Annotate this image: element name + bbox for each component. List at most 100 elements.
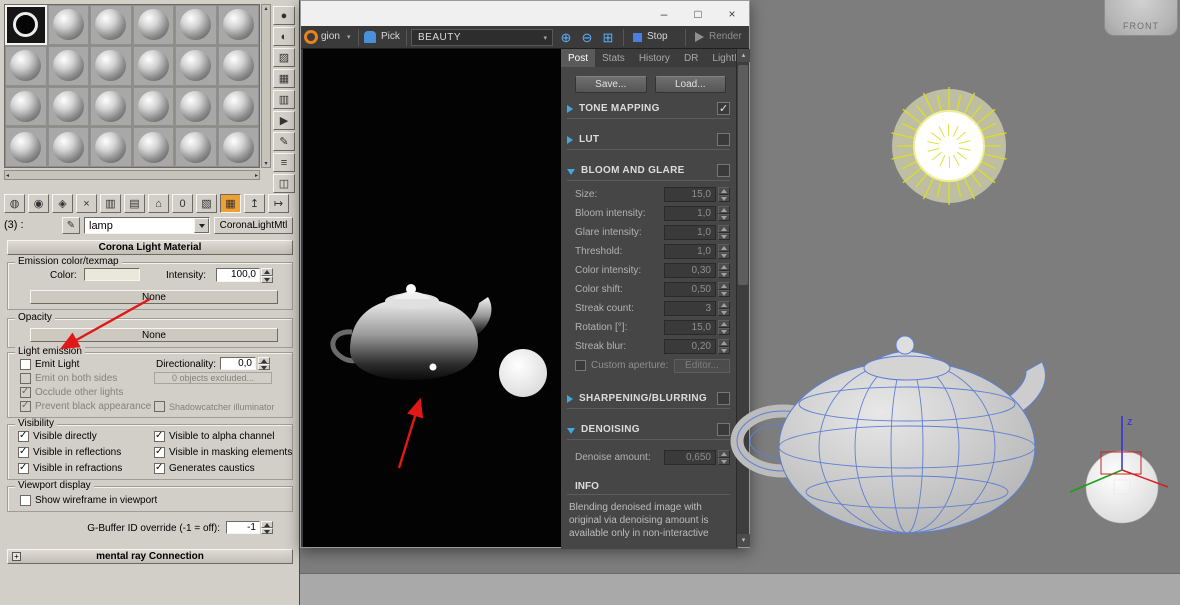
field-value[interactable]: 1,0 — [664, 225, 716, 240]
backlight-icon[interactable]: ◐ — [273, 27, 295, 46]
sharpening-checkbox[interactable] — [717, 392, 730, 405]
material-slot[interactable] — [132, 5, 174, 45]
field-value[interactable]: 0,50 — [664, 282, 716, 297]
field-value[interactable]: 15,0 — [664, 187, 716, 202]
section-sharpening-blurring[interactable]: SHARPENING/BLURRING — [567, 391, 730, 409]
field-spinner[interactable] — [718, 206, 730, 221]
field-value[interactable]: 1,0 — [664, 244, 716, 259]
section-bloom-and-glare[interactable]: BLOOM AND GLARE — [567, 163, 730, 181]
section-lut[interactable]: LUT — [567, 132, 730, 150]
reset-map-icon[interactable]: × — [76, 194, 97, 213]
visibility-checkbox[interactable] — [18, 430, 29, 442]
material-slot[interactable] — [132, 86, 174, 127]
opacity-texmap-button[interactable]: None — [30, 328, 278, 342]
material-slot[interactable] — [47, 45, 89, 86]
put-to-library-icon[interactable]: ⌂ — [148, 194, 169, 213]
vfb-tab[interactable]: Post — [561, 49, 596, 67]
pick-cursor-icon[interactable] — [364, 31, 376, 43]
field-spinner[interactable] — [718, 282, 730, 297]
field-value[interactable]: 0,20 — [664, 339, 716, 354]
field-spinner[interactable] — [718, 320, 730, 335]
material-slot[interactable] — [217, 127, 259, 167]
visibility-row[interactable]: Visible in masking elements — [154, 446, 292, 459]
field-spinner[interactable] — [718, 225, 730, 240]
get-material-icon[interactable]: ◍ — [4, 194, 25, 213]
scroll-down-icon[interactable]: ▾ — [264, 160, 267, 167]
material-slot[interactable] — [217, 45, 259, 86]
emit-light-checkbox[interactable] — [20, 359, 31, 370]
denoise-amount-value[interactable]: 0,650 — [664, 450, 716, 465]
render-canvas[interactable] — [303, 49, 561, 547]
field-spinner[interactable] — [718, 301, 730, 316]
scroll-thumb[interactable] — [738, 65, 748, 285]
material-slot[interactable] — [175, 45, 217, 86]
field-spinner[interactable] — [718, 187, 730, 202]
field-value[interactable]: 0,30 — [664, 263, 716, 278]
panel-scrollbar[interactable]: ▴ ▾ — [736, 49, 750, 547]
region-label[interactable]: gion — [321, 31, 340, 42]
material-slot[interactable] — [90, 86, 132, 127]
material-slot[interactable] — [5, 45, 47, 86]
occlude-other-lights-checkbox[interactable] — [20, 386, 31, 398]
scroll-left-icon[interactable]: ◂ — [6, 172, 9, 179]
visibility-checkbox[interactable] — [154, 446, 165, 458]
zoom-region-icon[interactable]: ⊞ — [599, 29, 617, 46]
stop-button[interactable]: Stop — [647, 31, 668, 42]
sample-type-icon[interactable]: ● — [273, 6, 295, 25]
visibility-checkbox[interactable] — [154, 430, 165, 442]
visibility-row[interactable]: Visible in refractions — [18, 462, 154, 475]
emit-both-sides-checkbox[interactable] — [20, 373, 31, 384]
material-id-channel-icon[interactable]: 0 — [172, 194, 193, 213]
vfb-tab[interactable]: History — [632, 49, 677, 67]
emit-light-row[interactable]: Emit Light — [20, 358, 79, 371]
slots-horizontal-scrollbar[interactable]: ◂ ▸ — [4, 170, 260, 180]
scroll-up-icon[interactable]: ▴ — [264, 5, 267, 12]
visibility-checkbox[interactable] — [18, 462, 29, 474]
material-type-button[interactable]: CoronaLightMtl — [214, 217, 293, 234]
visibility-checkbox[interactable] — [18, 446, 29, 458]
visibility-row[interactable]: Generates caustics — [154, 462, 290, 475]
shadowcatcher-row[interactable]: Shadowcatcher illuminator — [154, 400, 275, 413]
material-slot[interactable] — [47, 5, 89, 45]
scroll-right-icon[interactable]: ▸ — [255, 172, 258, 179]
show-wireframe-checkbox[interactable] — [20, 495, 31, 506]
material-slot[interactable] — [90, 5, 132, 45]
viewcube[interactable]: FRONT — [1104, 0, 1178, 36]
expand-plus-icon[interactable]: + — [12, 552, 21, 561]
zoom-out-icon[interactable]: ⊖ — [578, 29, 596, 46]
shadowcatcher-checkbox[interactable] — [154, 401, 165, 412]
aperture-editor-button[interactable]: Editor... — [674, 358, 730, 373]
denoising-checkbox[interactable] — [717, 423, 730, 436]
chevron-down-icon[interactable] — [194, 218, 209, 233]
chevron-down-icon[interactable]: ▾ — [347, 33, 351, 41]
material-map-navigator-icon[interactable]: ◫ — [273, 174, 295, 193]
go-to-parent-icon[interactable]: ↥ — [244, 194, 265, 213]
show-background-icon[interactable]: ▧ — [196, 194, 217, 213]
material-slot[interactable] — [217, 5, 259, 45]
material-slot[interactable] — [175, 127, 217, 167]
intensity-value[interactable]: 100,0 — [216, 268, 260, 282]
vfb-tab[interactable]: DR — [677, 49, 705, 67]
put-material-to-scene-icon[interactable]: ◉ — [28, 194, 49, 213]
exclude-objects-button[interactable]: 0 objects excluded... — [154, 372, 272, 384]
material-slot[interactable] — [47, 127, 89, 167]
close-button[interactable]: × — [715, 1, 749, 26]
make-material-copy-icon[interactable]: ▥ — [100, 194, 121, 213]
tone-mapping-checkbox[interactable] — [717, 102, 730, 115]
scroll-up-icon[interactable]: ▴ — [737, 49, 750, 62]
intensity-spinner[interactable] — [261, 268, 273, 283]
load-button[interactable]: Load... — [654, 76, 726, 93]
maximize-button[interactable]: □ — [681, 1, 715, 26]
visibility-row[interactable]: Visible to alpha channel — [154, 430, 290, 443]
field-spinner[interactable] — [718, 263, 730, 278]
field-spinner[interactable] — [718, 244, 730, 259]
material-slot[interactable] — [132, 127, 174, 167]
rollout-mental-ray-connection[interactable]: + mental ray Connection — [7, 549, 293, 564]
vfb-titlebar[interactable]: – □ × — [301, 1, 749, 26]
material-slot[interactable] — [175, 5, 217, 45]
material-slot[interactable] — [90, 45, 132, 86]
render-channel-dropdown[interactable]: BEAUTY ▾ — [411, 29, 553, 46]
material-slot[interactable] — [90, 127, 132, 167]
background-icon[interactable]: ▨ — [273, 48, 295, 67]
field-value[interactable]: 3 — [664, 301, 716, 316]
